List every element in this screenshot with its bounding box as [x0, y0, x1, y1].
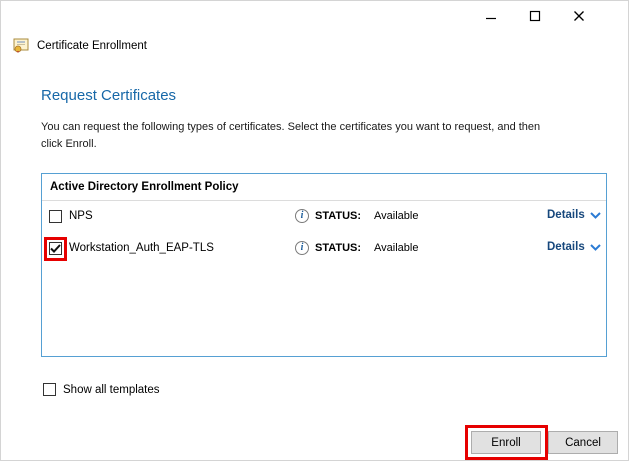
- status-label: STATUS:: [315, 210, 361, 222]
- chevron-down-icon: [590, 244, 601, 251]
- details-expander-workstation[interactable]: Details: [547, 241, 601, 253]
- close-button[interactable]: [568, 6, 590, 26]
- cancel-button[interactable]: Cancel: [548, 431, 618, 454]
- info-icon: i: [295, 241, 309, 255]
- page-description: You can request the following types of c…: [41, 119, 540, 152]
- certificate-row-nps: NPS i STATUS: Available Details: [42, 201, 606, 233]
- maximize-button[interactable]: [524, 6, 546, 26]
- window-title: Certificate Enrollment: [37, 40, 147, 52]
- enrollment-policy-panel: Active Directory Enrollment Policy NPS i…: [41, 173, 607, 357]
- policy-group-header: Active Directory Enrollment Policy: [42, 174, 606, 201]
- certificate-enrollment-window: Certificate Enrollment Request Certifica…: [0, 0, 629, 461]
- status-label: STATUS:: [315, 242, 361, 254]
- show-all-templates-control: Show all templates: [43, 383, 160, 396]
- status-value: Available: [374, 242, 418, 254]
- certificate-name: Workstation_Auth_EAP-TLS: [69, 242, 214, 254]
- details-expander-nps[interactable]: Details: [547, 209, 601, 221]
- description-line-2: click Enroll.: [41, 136, 540, 153]
- checkbox-nps[interactable]: [49, 210, 62, 223]
- info-icon: i: [295, 209, 309, 223]
- maximize-icon: [529, 10, 541, 22]
- description-line-1: You can request the following types of c…: [41, 119, 540, 136]
- certificate-row-workstation-auth-eap-tls: Workstation_Auth_EAP-TLS i STATUS: Avail…: [42, 233, 606, 265]
- enroll-button[interactable]: Enroll: [471, 431, 541, 454]
- details-label: Details: [547, 209, 585, 221]
- checkmark-icon: [50, 244, 61, 253]
- status-value: Available: [374, 210, 418, 222]
- show-all-templates-label[interactable]: Show all templates: [63, 384, 160, 396]
- checkbox-workstation-auth-eap-tls[interactable]: [49, 242, 62, 255]
- certificate-icon: [13, 38, 30, 53]
- page-title: Request Certificates: [41, 87, 176, 104]
- minimize-icon: [485, 10, 497, 22]
- window-controls: [480, 6, 590, 26]
- minimize-button[interactable]: [480, 6, 502, 26]
- chevron-down-icon: [590, 212, 601, 219]
- checkbox-show-all-templates[interactable]: [43, 383, 56, 396]
- app-header: Certificate Enrollment: [13, 38, 147, 53]
- certificate-name: NPS: [69, 210, 93, 222]
- details-label: Details: [547, 241, 585, 253]
- close-icon: [573, 10, 585, 22]
